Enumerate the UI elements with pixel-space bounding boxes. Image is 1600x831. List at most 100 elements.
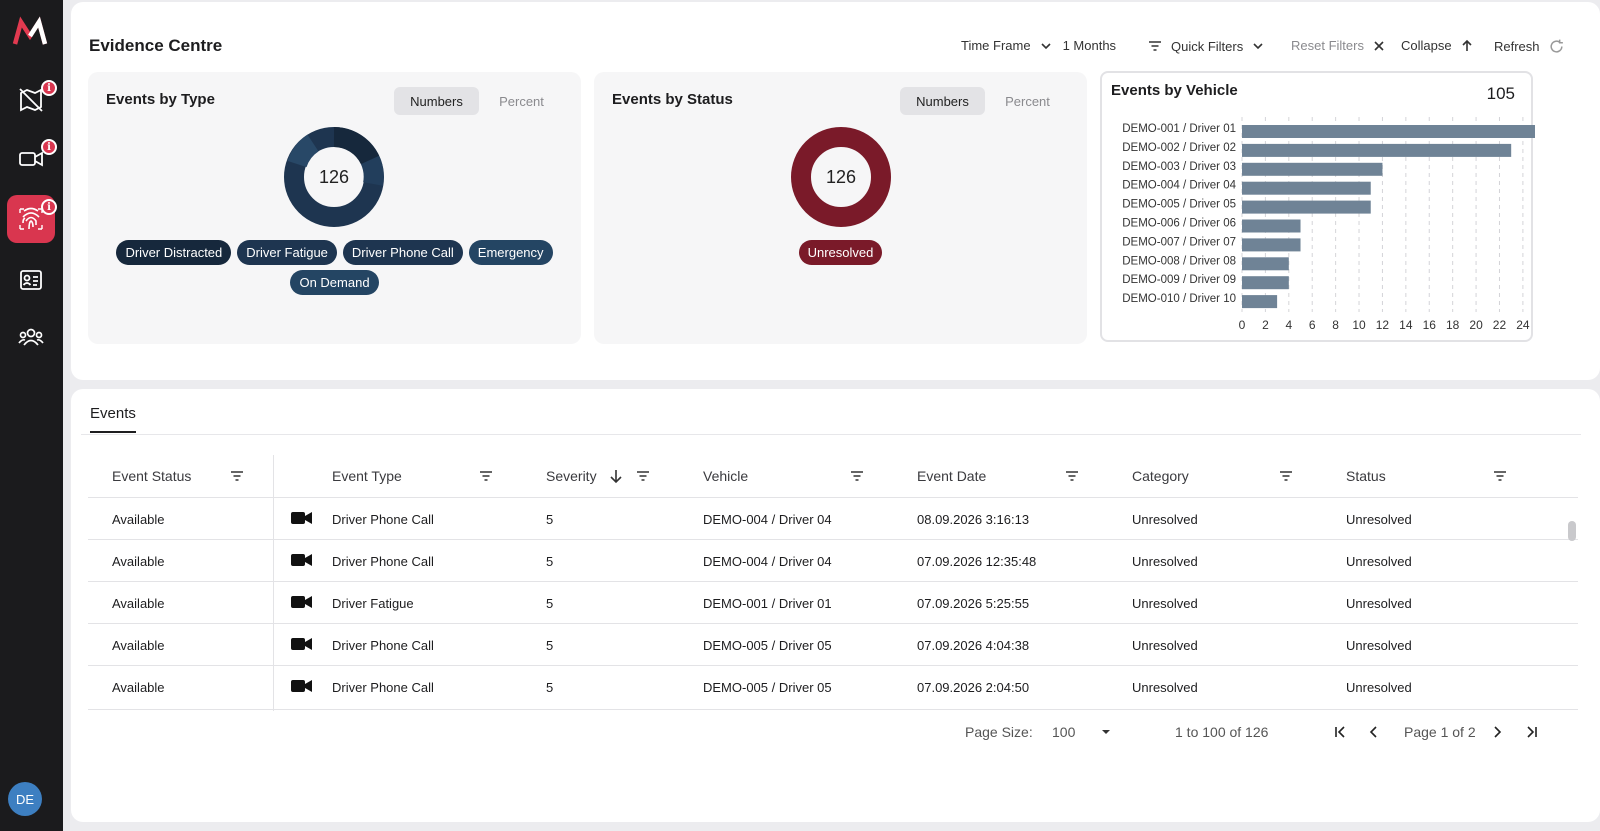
- cell-event-date: 07.09.2026 5:25:55: [917, 595, 1030, 611]
- video-camera-icon[interactable]: [291, 637, 313, 651]
- cell-event-status: Available: [112, 553, 165, 569]
- x-tick-label: 18: [1446, 318, 1460, 332]
- events-by-status-title: Events by Status: [612, 91, 733, 108]
- time-frame-label: Time Frame: [961, 38, 1031, 53]
- filter-icon[interactable]: [635, 468, 651, 484]
- cell-event-date: 08.09.2026 3:16:13: [917, 511, 1030, 527]
- first-page-icon[interactable]: [1331, 723, 1349, 741]
- chevron-down-icon: [1041, 42, 1051, 49]
- cell-vehicle: DEMO-005 / Driver 05: [703, 637, 832, 653]
- legend-chip[interactable]: Driver Fatigue: [237, 240, 337, 265]
- vehicle-bar[interactable]: [1242, 200, 1371, 214]
- vehicle-bar[interactable]: [1242, 257, 1289, 271]
- vehicle-bar[interactable]: [1242, 125, 1535, 138]
- table-row[interactable]: Available Driver Phone Call 5 DEMO-004 /…: [88, 539, 1578, 581]
- reset-filters-button[interactable]: Reset Filters: [1291, 38, 1386, 53]
- legend-chip[interactable]: Emergency: [468, 240, 553, 265]
- table-header: Event Status Event Type Severity Vehicle…: [88, 455, 1578, 497]
- table-row[interactable]: Available Driver Phone Call 5 DEMO-005 /…: [88, 665, 1578, 707]
- column-header-status[interactable]: Status: [1346, 455, 1386, 497]
- cell-event-date: 07.09.2026 12:35:48: [917, 553, 1037, 569]
- y-category-label: DEMO-007 / Driver 07: [1122, 236, 1236, 248]
- tab-events[interactable]: Events: [90, 405, 136, 433]
- x-tick-label: 6: [1309, 318, 1316, 332]
- table-row[interactable]: Available Driver Phone Call 5 DEMO-004 /…: [88, 497, 1578, 539]
- cell-severity: 5: [546, 511, 554, 527]
- column-header-event-date[interactable]: Event Date: [917, 455, 986, 497]
- users-icon: [18, 328, 44, 346]
- quick-filters-button[interactable]: Quick Filters: [1147, 38, 1265, 54]
- user-avatar[interactable]: DE: [8, 782, 42, 816]
- sidebar-item-users[interactable]: [7, 313, 55, 361]
- y-category-label: DEMO-004 / Driver 04: [1122, 180, 1236, 192]
- vehicle-bar[interactable]: [1242, 143, 1512, 157]
- vehicle-bar[interactable]: [1242, 162, 1383, 176]
- events-by-type-panel: Events by Type Numbers Percent 126 Drive…: [88, 72, 581, 344]
- column-header-event-type[interactable]: Event Type: [332, 455, 402, 497]
- video-camera-icon[interactable]: [291, 679, 313, 693]
- filter-icon: [1149, 41, 1161, 51]
- filter-icon[interactable]: [849, 468, 865, 484]
- filter-icon[interactable]: [1064, 468, 1080, 484]
- sidebar-item-drivers[interactable]: [7, 256, 55, 304]
- legend-chip[interactable]: Driver Phone Call: [342, 240, 463, 265]
- cell-vehicle: DEMO-004 / Driver 04: [703, 511, 832, 527]
- cell-status: Unresolved: [1346, 679, 1412, 695]
- video-camera-icon[interactable]: [291, 595, 313, 609]
- filter-icon[interactable]: [1278, 468, 1294, 484]
- cell-event-date: 07.09.2026 4:04:38: [917, 637, 1030, 653]
- page-size-select[interactable]: 100: [1052, 722, 1075, 742]
- y-category-label: DEMO-009 / Driver 09: [1122, 274, 1236, 286]
- vehicle-bar[interactable]: [1242, 219, 1301, 233]
- filter-icon[interactable]: [1492, 468, 1508, 484]
- sidebar-item-evidence[interactable]: i: [7, 195, 57, 243]
- vehicle-bar[interactable]: [1242, 181, 1371, 195]
- sidebar-item-map[interactable]: i: [7, 76, 57, 124]
- vehicle-bar[interactable]: [1242, 276, 1289, 290]
- refresh-button[interactable]: Refresh: [1494, 38, 1565, 55]
- sidebar: i i i DE: [0, 0, 63, 831]
- legend-chip[interactable]: Driver Distracted: [116, 240, 232, 265]
- reset-filters-label: Reset Filters: [1291, 38, 1364, 53]
- caret-down-icon[interactable]: [1097, 723, 1115, 741]
- video-camera-icon[interactable]: [291, 553, 313, 567]
- info-badge-icon: i: [41, 199, 57, 215]
- events-by-status-panel: Events by Status Numbers Percent 126 Unr…: [594, 72, 1087, 344]
- video-camera-icon[interactable]: [291, 511, 313, 525]
- column-header-severity[interactable]: Severity: [546, 455, 597, 497]
- table-row[interactable]: Available Driver Phone Call 5 DEMO-005 /…: [88, 623, 1578, 665]
- percent-toggle[interactable]: Percent: [479, 87, 564, 115]
- legend-chip[interactable]: On Demand: [290, 270, 379, 295]
- sort-descending-icon[interactable]: [608, 468, 624, 484]
- time-frame-dropdown[interactable]: Time Frame 1 Months: [961, 38, 1116, 53]
- events-card: Events Event Status Event Type Severity …: [71, 389, 1600, 822]
- last-page-icon[interactable]: [1523, 723, 1541, 741]
- column-header-category[interactable]: Category: [1132, 455, 1189, 497]
- y-category-label: DEMO-001 / Driver 01: [1122, 123, 1236, 135]
- column-header-vehicle[interactable]: Vehicle: [703, 455, 748, 497]
- collapse-button[interactable]: Collapse: [1401, 38, 1474, 53]
- vehicle-bar[interactable]: [1242, 295, 1278, 309]
- scrollbar-thumb[interactable]: [1568, 521, 1576, 541]
- filter-icon[interactable]: [229, 468, 245, 484]
- table-bottom-border: [88, 709, 1578, 710]
- filter-icon[interactable]: [478, 468, 494, 484]
- x-tick-label: 10: [1352, 318, 1366, 332]
- column-header-event-status[interactable]: Event Status: [112, 455, 191, 497]
- y-category-label: DEMO-008 / Driver 08: [1122, 255, 1236, 267]
- cell-event-date: 07.09.2026 2:04:50: [917, 679, 1030, 695]
- logo-icon[interactable]: [12, 14, 48, 50]
- cell-event-type: Driver Fatigue: [332, 595, 414, 611]
- previous-page-icon[interactable]: [1365, 723, 1383, 741]
- table-row[interactable]: Available Driver Fatigue 5 DEMO-001 / Dr…: [88, 581, 1578, 623]
- numbers-toggle[interactable]: Numbers: [394, 87, 479, 115]
- numbers-toggle[interactable]: Numbers: [900, 87, 985, 115]
- cell-severity: 5: [546, 679, 554, 695]
- percent-toggle[interactable]: Percent: [985, 87, 1070, 115]
- sidebar-item-video[interactable]: i: [7, 135, 57, 183]
- next-page-icon[interactable]: [1488, 723, 1506, 741]
- vehicle-bar[interactable]: [1242, 238, 1301, 252]
- cell-event-type: Driver Phone Call: [332, 637, 434, 653]
- cell-category: Unresolved: [1132, 637, 1198, 653]
- legend-chip[interactable]: Unresolved: [798, 240, 883, 265]
